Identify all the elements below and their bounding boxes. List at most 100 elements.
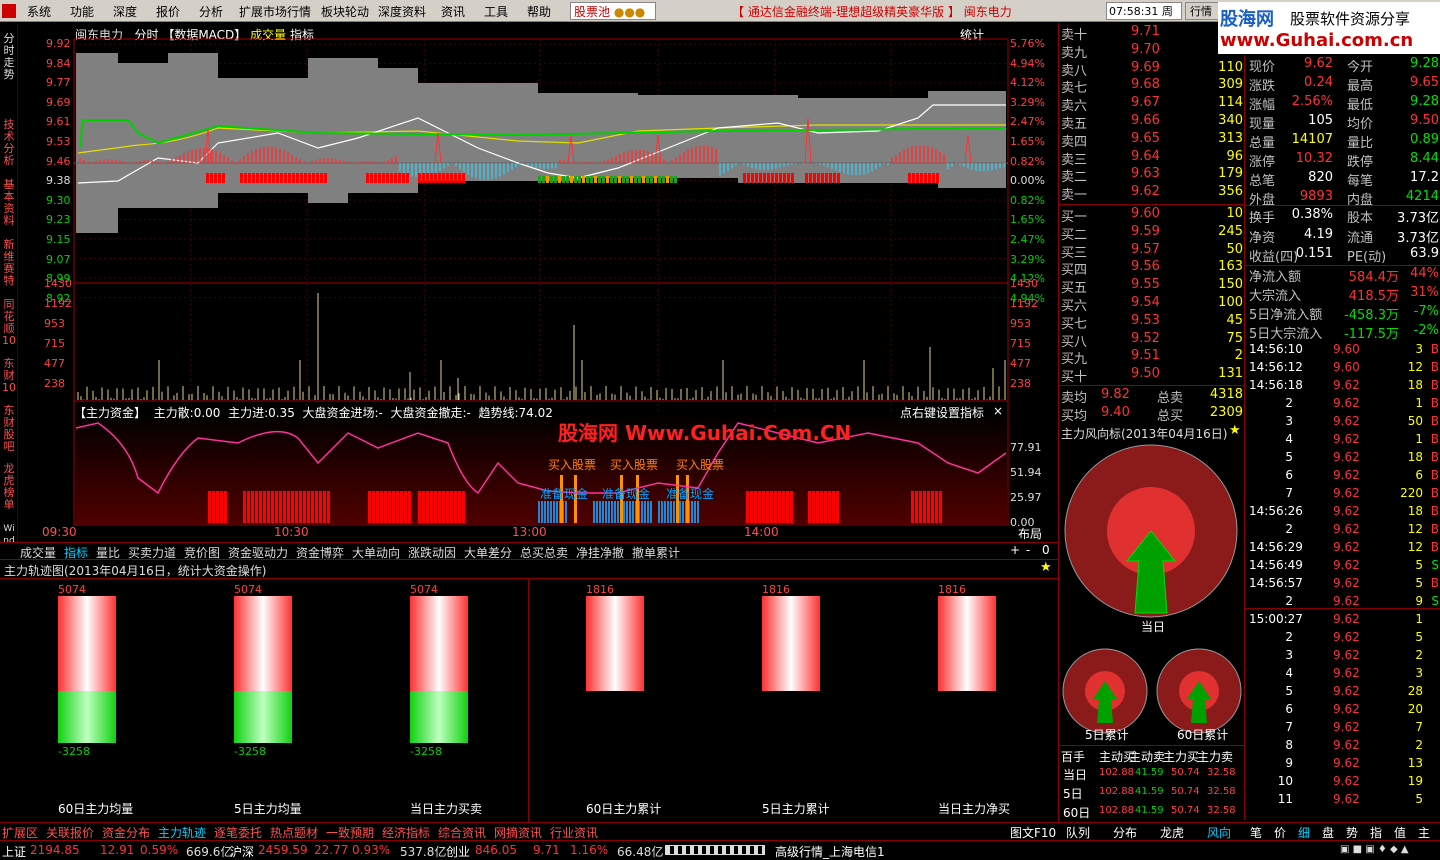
menu-tools[interactable]: 工具 — [484, 3, 508, 20]
indicator-tab[interactable]: 净挂净撤 — [576, 544, 624, 561]
bid-row[interactable]: 买十 9.50 131 — [1061, 366, 1245, 385]
right-tab[interactable]: 队列 — [1066, 824, 1090, 841]
right-tab[interactable]: 龙虎 — [1160, 824, 1184, 841]
indicator-tab[interactable]: 总买总卖 — [520, 544, 568, 561]
bid-row[interactable]: 买六 9.54 100 — [1061, 295, 1245, 314]
ask-row[interactable]: 卖十 9.71 — [1061, 24, 1245, 43]
fund-close-icon[interactable]: × — [993, 404, 1003, 418]
ext-tab[interactable]: 综合资讯 — [438, 824, 486, 841]
bid-row[interactable]: 买三 9.57 50 — [1061, 242, 1245, 261]
side-tab-basic[interactable]: 基本资料 — [1, 179, 17, 239]
ext-tab[interactable]: 资金分布 — [102, 824, 150, 841]
ask-row[interactable]: 卖八 9.69 110 — [1061, 60, 1245, 79]
ask-row[interactable]: 卖九 9.70 — [1061, 42, 1245, 61]
right-tab[interactable]: 风向 — [1207, 824, 1231, 841]
fund-bar — [836, 491, 839, 523]
side-tab-newsight[interactable]: 新维赛特 — [1, 239, 17, 299]
tray-icons[interactable]: ▣ ■ ▣ ♦ ◆ ▲ — [1340, 844, 1409, 855]
bid-row[interactable]: 买七 9.53 45 — [1061, 313, 1245, 332]
ext-tab[interactable]: 关联报价 — [46, 824, 94, 841]
signal-block — [272, 173, 275, 183]
indicator-tab[interactable]: 大单动向 — [352, 544, 400, 561]
bid-row[interactable]: 买九 9.51 2 — [1061, 348, 1245, 367]
tick-volume: 1 — [1415, 612, 1423, 626]
menu-news[interactable]: 资讯 — [441, 3, 465, 20]
menu-ext-market[interactable]: 扩展市场行情 — [239, 3, 311, 20]
menu-depth-data[interactable]: 深度资料 — [378, 3, 426, 20]
ask-row[interactable]: 卖一 9.62 356 — [1061, 184, 1245, 203]
ext-tab[interactable]: 网摘资讯 — [494, 824, 542, 841]
menu-system[interactable]: 系统 — [27, 3, 51, 20]
indicator-tab[interactable]: 大单差分 — [464, 544, 512, 561]
tiny-tab[interactable]: 细 — [1298, 824, 1310, 841]
ask-row[interactable]: 卖三 9.64 96 — [1061, 149, 1245, 168]
ext-tab[interactable]: 经济指标 — [382, 824, 430, 841]
ask-row[interactable]: 卖二 9.63 179 — [1061, 166, 1245, 185]
intraday-chart[interactable]: 闽东电力 分时 【数据MACD】 成交量 指标 统计 9.92 9.84 9.77 9… — [18, 23, 1058, 542]
reset-button[interactable]: 0 — [1042, 543, 1050, 557]
tiny-tab[interactable]: 值 — [1394, 824, 1406, 841]
signal-block-green — [638, 176, 641, 183]
ext-tab[interactable]: 一致预期 — [326, 824, 374, 841]
bid-row[interactable]: 买五 9.55 150 — [1061, 277, 1245, 296]
tiny-tab[interactable]: 势 — [1346, 824, 1358, 841]
indicator-tab[interactable]: 竞价图 — [184, 544, 220, 561]
menu-quote[interactable]: 报价 — [156, 3, 180, 20]
layout-label[interactable]: 布局 — [1018, 525, 1042, 542]
right-tab[interactable]: 分布 — [1113, 824, 1137, 841]
fund-bar — [438, 491, 441, 523]
vol-tick-right: 238 — [1010, 377, 1031, 390]
indicator-tab[interactable]: 资金博弈 — [296, 544, 344, 561]
ask-row[interactable]: 卖七 9.68 309 — [1061, 77, 1245, 96]
stock-pool-button[interactable]: 股票池 ●●● — [570, 2, 656, 20]
indicator-tab[interactable]: 成交量 — [20, 544, 56, 561]
fund-bar — [247, 491, 250, 523]
ask-row[interactable]: 卖五 9.66 340 — [1061, 113, 1245, 132]
tiny-tab[interactable]: 指 — [1370, 824, 1382, 841]
side-tab-dragon[interactable]: 龙虎榜单 — [1, 463, 17, 519]
bid-row[interactable]: 买二 9.59 245 — [1061, 224, 1245, 243]
side-tab-tech[interactable]: 技术分析 — [1, 119, 17, 179]
fund-tip[interactable]: 点右键设置指标 — [900, 404, 984, 421]
menu-sector[interactable]: 板块轮动 — [321, 3, 369, 20]
ext-tab[interactable]: 逐笔委托 — [214, 824, 262, 841]
tiny-tab[interactable]: 主 — [1418, 824, 1430, 841]
indicator-tab[interactable]: 涨跌动因 — [408, 544, 456, 561]
bid-row[interactable]: 买八 9.52 75 — [1061, 331, 1245, 350]
ask-row[interactable]: 卖四 9.65 313 — [1061, 131, 1245, 150]
market-button[interactable]: 行情 — [1185, 2, 1221, 20]
tiny-tab[interactable]: 笔 — [1250, 824, 1262, 841]
tiny-tab[interactable]: 盘 — [1322, 824, 1334, 841]
indicator-tab[interactable]: 资金驱动力 — [228, 544, 288, 561]
indicator-tab[interactable]: 量比 — [96, 544, 120, 561]
side-tab-ths[interactable]: 同花顺10 — [1, 299, 17, 355]
indicator-tab[interactable]: 买卖力道 — [128, 544, 176, 561]
tick-time: 2 — [1285, 630, 1293, 644]
menu-function[interactable]: 功能 — [70, 3, 94, 20]
ext-tab[interactable]: 行业资讯 — [550, 824, 598, 841]
side-tab-guba[interactable]: 东财股吧 — [1, 405, 17, 461]
wind-star-icon[interactable]: ★ — [1229, 423, 1241, 438]
app-logo-icon[interactable] — [2, 4, 16, 18]
zoom-out-button[interactable]: - — [1026, 543, 1030, 557]
bid-row[interactable]: 买一 9.60 10 — [1061, 206, 1245, 225]
adv-quote-label[interactable]: 高级行情_上海电信1 — [775, 843, 885, 860]
side-tab-eastmoney[interactable]: 东财10 — [1, 358, 17, 400]
ask-row[interactable]: 卖六 9.67 114 — [1061, 95, 1245, 114]
signal-block — [276, 173, 279, 183]
tiny-tab[interactable]: 价 — [1274, 824, 1286, 841]
menu-analysis[interactable]: 分析 — [199, 3, 223, 20]
extension-tabs: 扩展区 关联报价 资金分布 主力轨迹 逐笔委托 热点题材 一致预期 经济指标 综合资讯 网摘资讯行… — [0, 822, 1440, 840]
ext-tab[interactable]: 扩展区 — [2, 824, 38, 841]
ext-tab[interactable]: 热点题材 — [270, 824, 318, 841]
f10-tab[interactable]: 图文F10 — [1010, 824, 1056, 841]
menu-depth[interactable]: 深度 — [113, 3, 137, 20]
indicator-tab[interactable]: 撤单累计 — [632, 544, 680, 561]
bid-row[interactable]: 买四 9.56 163 — [1061, 259, 1245, 278]
quote-label: 现量 — [1249, 117, 1276, 132]
zoom-in-button[interactable]: + — [1010, 543, 1020, 557]
menu-help[interactable]: 帮助 — [527, 3, 551, 20]
ext-tab[interactable]: 主力轨迹 — [158, 824, 206, 841]
indicator-tab[interactable]: 指标 — [64, 544, 88, 561]
favorite-star-icon[interactable]: ★ — [1040, 560, 1052, 575]
